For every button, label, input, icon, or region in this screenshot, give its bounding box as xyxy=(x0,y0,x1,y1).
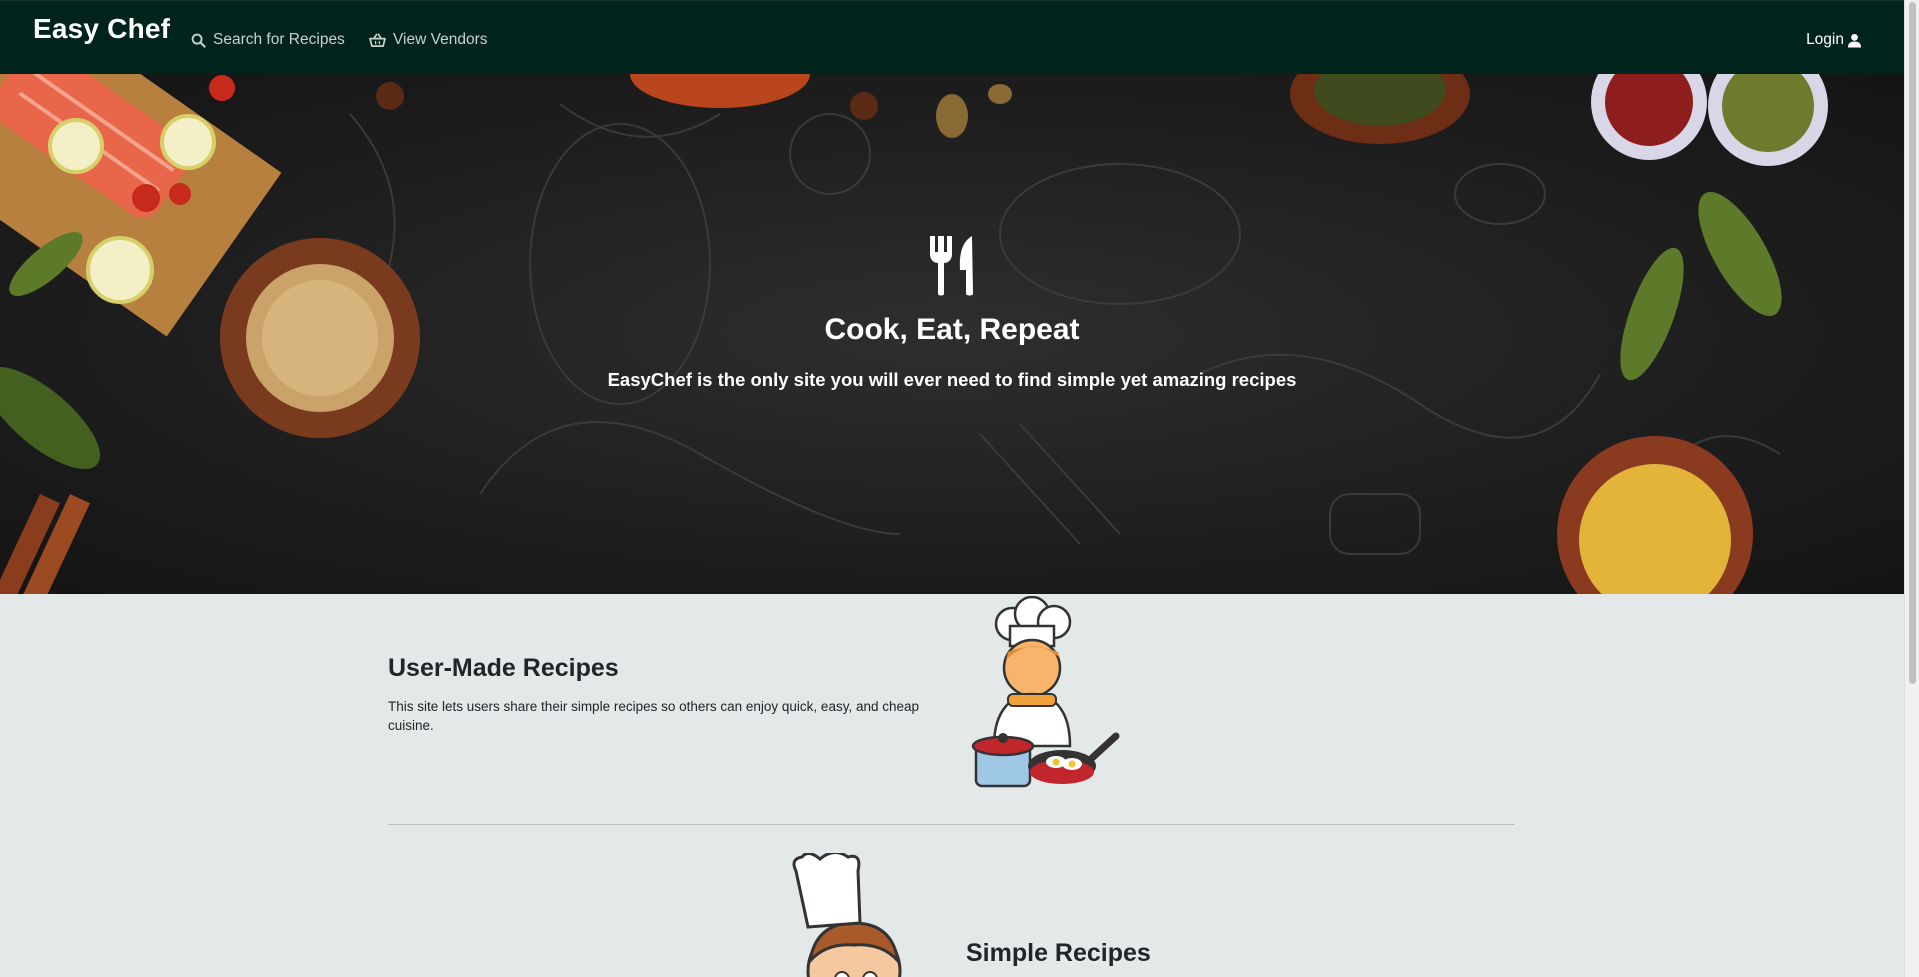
top-navbar: Easy Chef Search for Recipes View Vendor… xyxy=(0,0,1904,74)
feature-description: This site lets users share their simple … xyxy=(388,699,920,733)
feature-heading: Simple Recipes xyxy=(966,939,1151,967)
feature-user-made-recipes: User-Made Recipes This site lets users s… xyxy=(388,594,1515,824)
brand-logo-link[interactable]: Easy Chef xyxy=(33,13,170,45)
page: Easy Chef Search for Recipes View Vendor… xyxy=(0,0,1904,977)
scrollbar-thumb[interactable] xyxy=(1909,2,1916,684)
search-icon xyxy=(191,33,206,48)
hero-title: Cook, Eat, Repeat xyxy=(824,313,1080,346)
chef-cooking-illustration xyxy=(971,596,1120,788)
hero-banner: Cook, Eat, Repeat EasyChef is the only s… xyxy=(0,74,1904,594)
login-link[interactable]: Login xyxy=(1806,31,1862,49)
nav-vendors-label: View Vendors xyxy=(393,31,488,48)
feature-simple-recipes: Simple Recipes xyxy=(388,825,1515,977)
nav-search-label: Search for Recipes xyxy=(213,31,345,48)
utensils-icon xyxy=(930,236,973,296)
login-label: Login xyxy=(1806,31,1844,48)
basket-icon xyxy=(369,33,386,47)
hero-content: Cook, Eat, Repeat EasyChef is the only s… xyxy=(0,236,1904,391)
feature-text: User-Made Recipes This site lets users s… xyxy=(388,654,928,735)
hero-subtitle: EasyChef is the only site you will ever … xyxy=(607,369,1297,390)
page-scrollbar[interactable] xyxy=(1904,0,1919,977)
nav-view-vendors[interactable]: View Vendors xyxy=(369,31,488,49)
chef-illustration xyxy=(792,853,902,977)
nav-search-recipes[interactable]: Search for Recipes xyxy=(191,31,345,49)
user-icon xyxy=(1847,33,1862,48)
feature-heading: User-Made Recipes xyxy=(388,654,619,682)
